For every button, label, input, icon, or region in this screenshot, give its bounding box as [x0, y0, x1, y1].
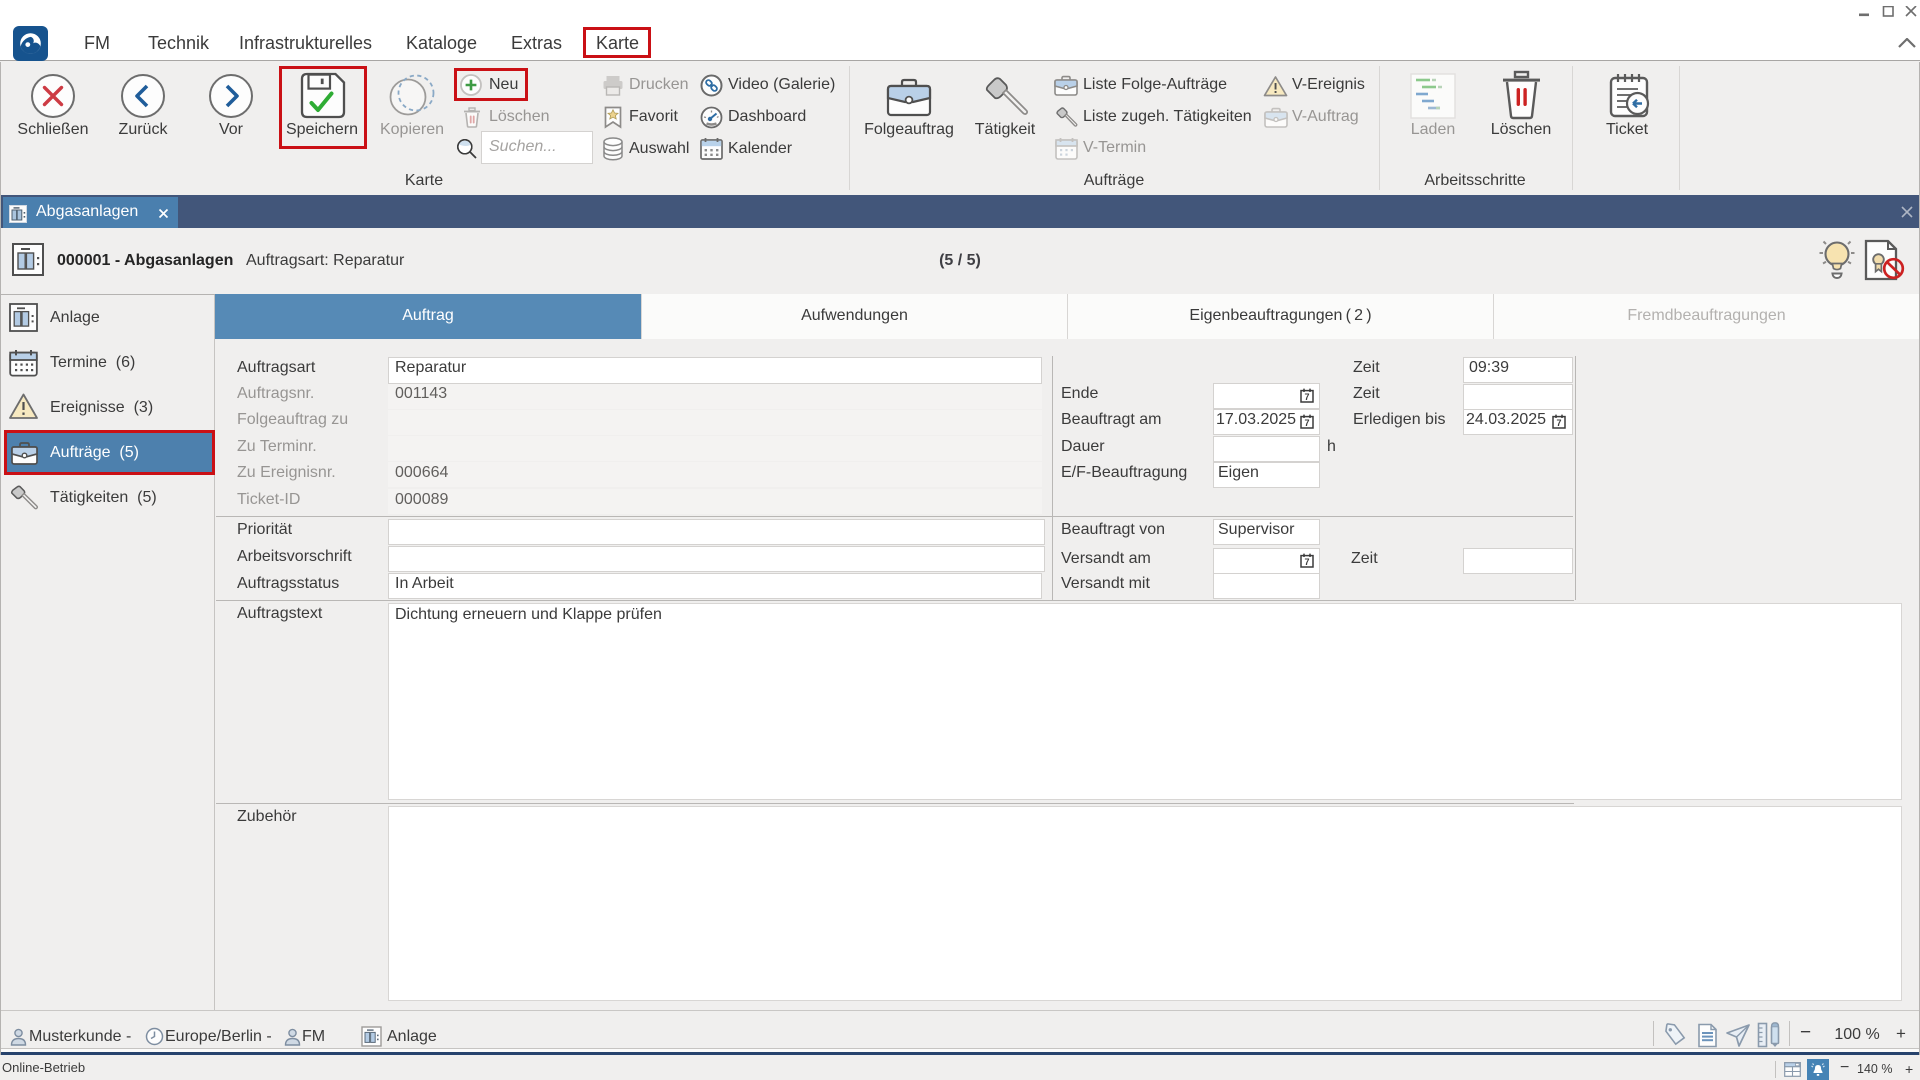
svg-text:7: 7: [1304, 418, 1309, 428]
svg-text:7: 7: [1304, 392, 1309, 402]
svg-text:7: 7: [1304, 557, 1309, 567]
svg-text:7: 7: [1556, 418, 1561, 428]
